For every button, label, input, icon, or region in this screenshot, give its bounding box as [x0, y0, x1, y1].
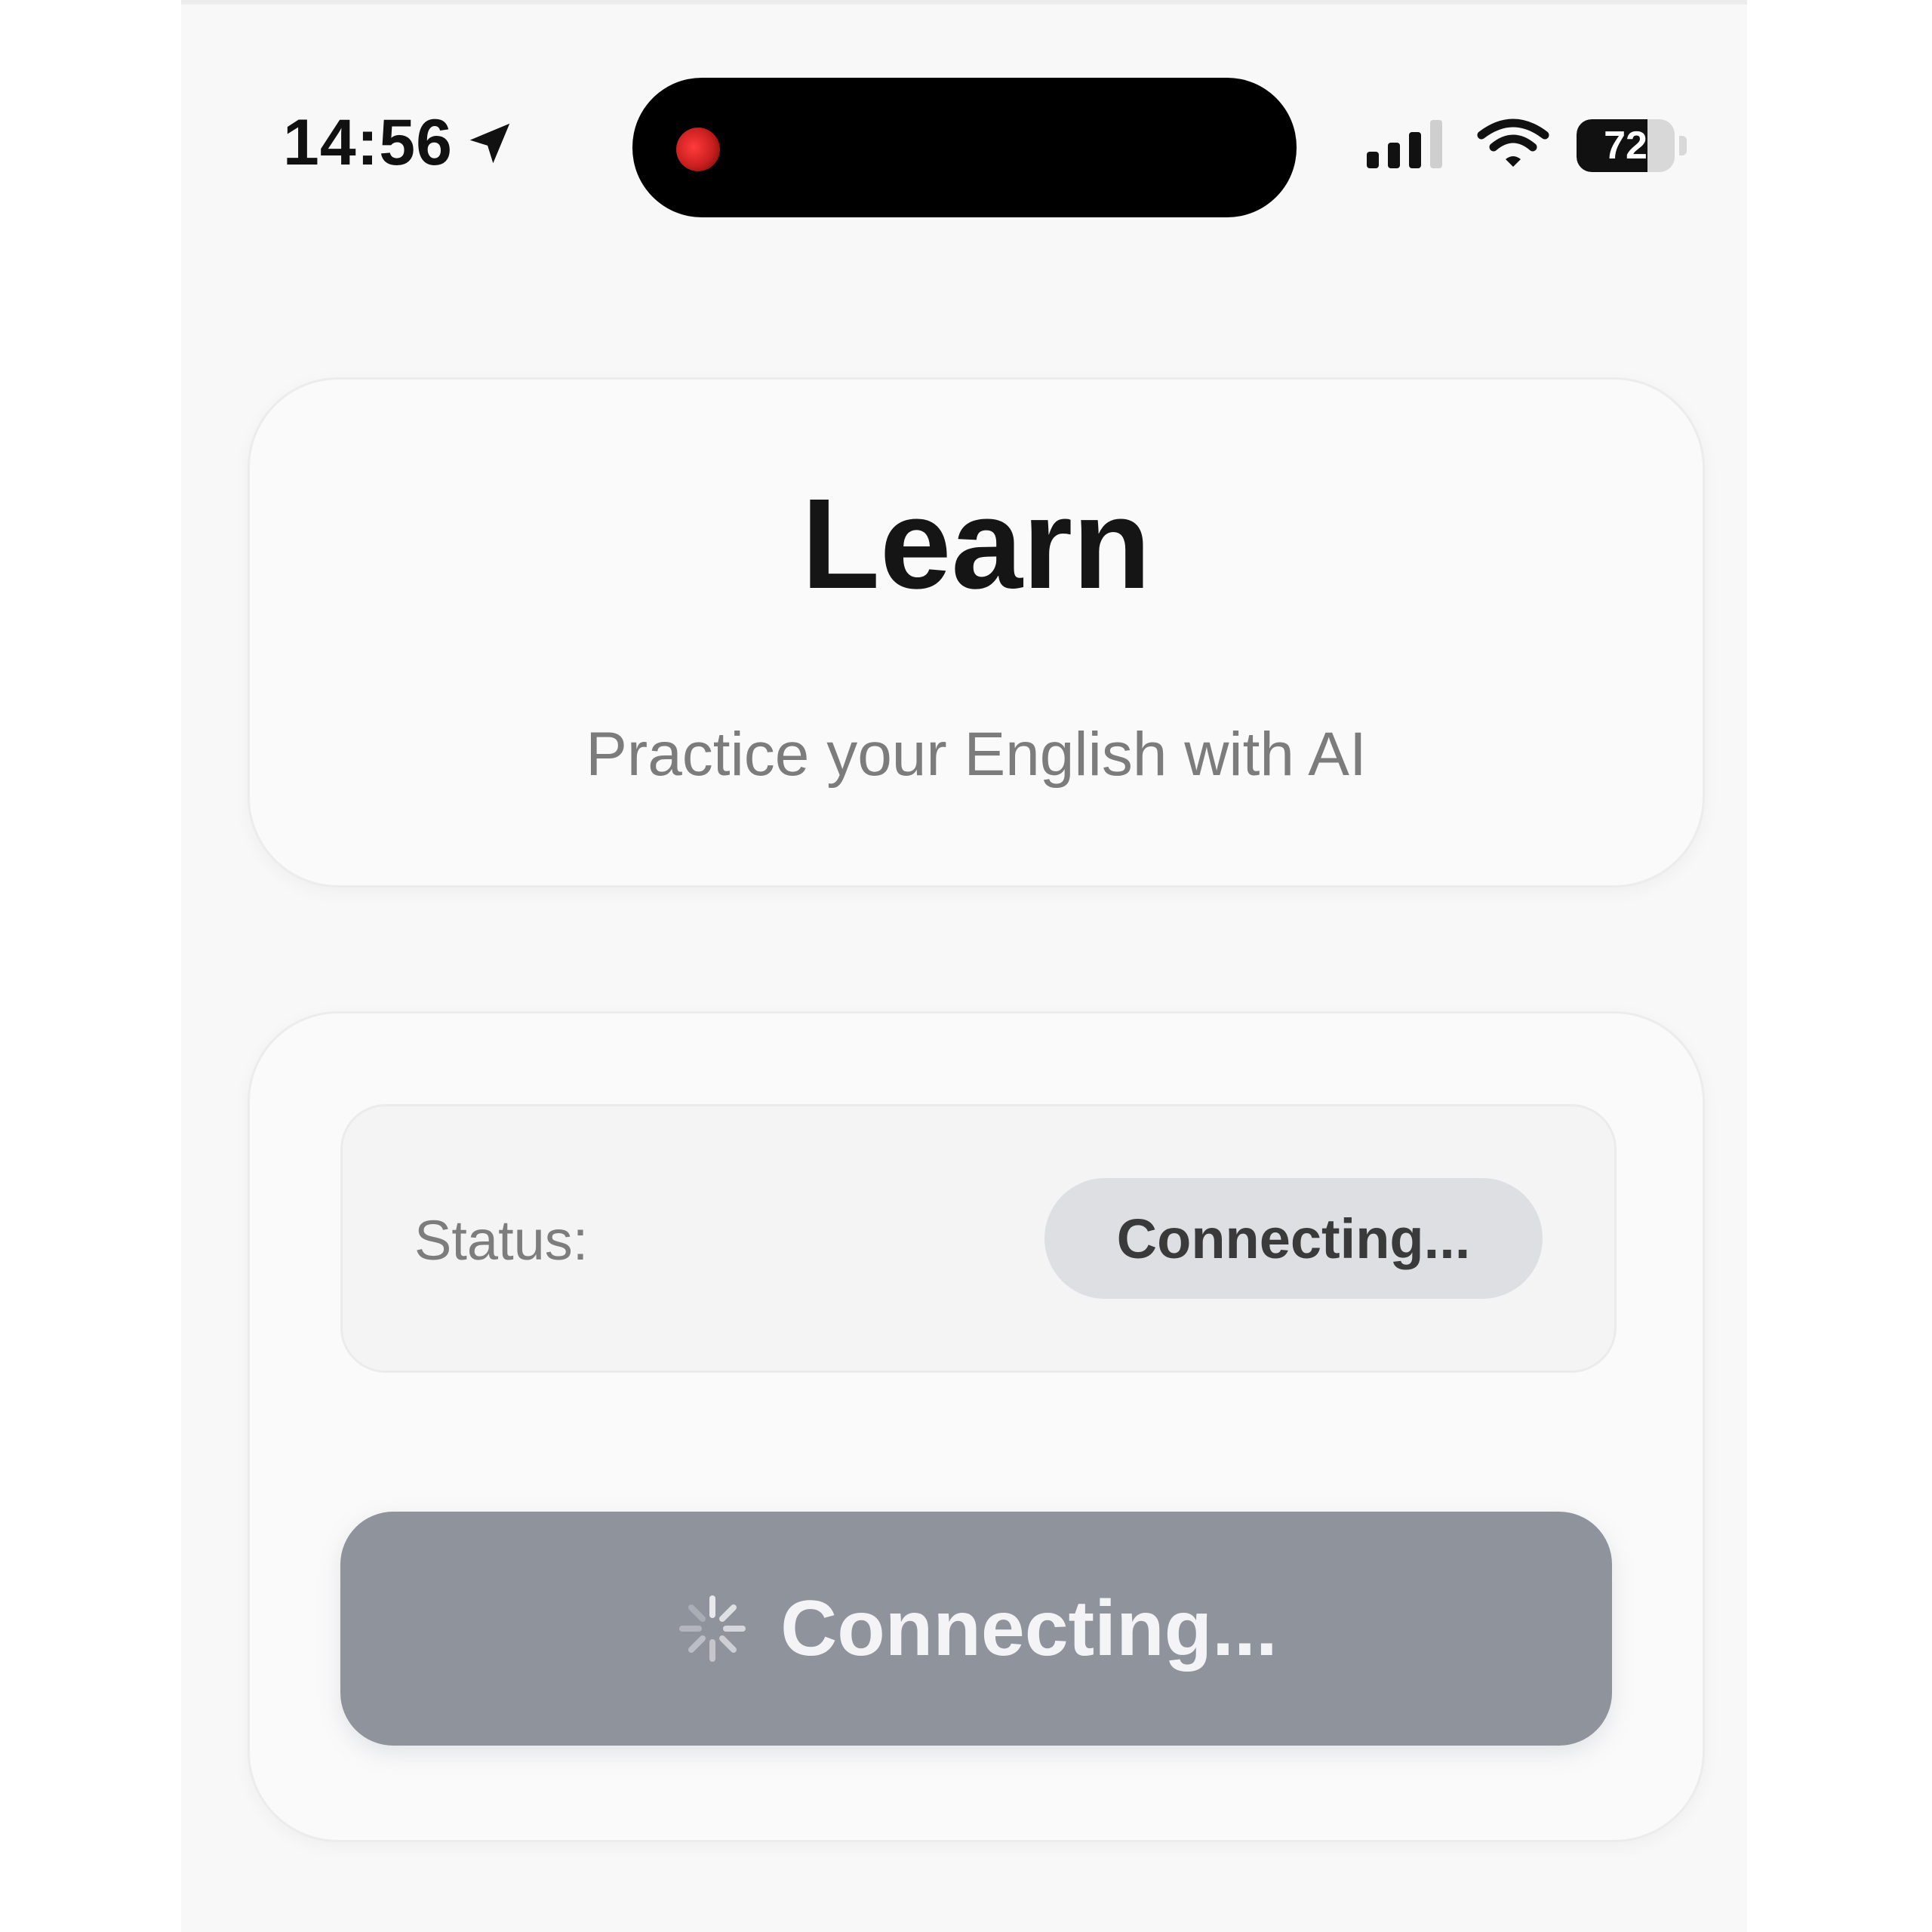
spinner-icon — [675, 1591, 750, 1666]
status-badge: Connecting... — [1044, 1178, 1543, 1299]
time-label: 14:56 — [283, 106, 453, 179]
header-card: Learn Practice your English with AI — [248, 377, 1705, 888]
battery-level: 72 — [1604, 123, 1647, 168]
page-title: Learn — [801, 472, 1151, 616]
status-bar-indicators: 72 — [1367, 117, 1687, 174]
recording-indicator-icon — [676, 128, 720, 171]
battery-icon: 72 — [1577, 118, 1675, 172]
screen-edge — [181, 0, 1747, 5]
status-label: Status: — [414, 1209, 589, 1272]
connect-button-label: Connecting... — [780, 1584, 1278, 1672]
status-bar-time: 14:56 — [283, 106, 516, 180]
phone-screen: 14:56 72 Learn Practice your English wit… — [181, 0, 1747, 1932]
location-arrow-icon — [463, 117, 516, 170]
battery-cap — [1679, 135, 1687, 155]
connect-button[interactable]: Connecting... — [340, 1512, 1612, 1746]
cellular-signal-icon — [1367, 117, 1450, 174]
page-subtitle: Practice your English with AI — [586, 720, 1367, 789]
dynamic-island — [632, 78, 1297, 217]
wifi-icon — [1477, 117, 1549, 174]
session-card: Status: Connecting... Connecting... — [248, 1011, 1705, 1842]
status-panel: Status: Connecting... — [340, 1104, 1617, 1373]
